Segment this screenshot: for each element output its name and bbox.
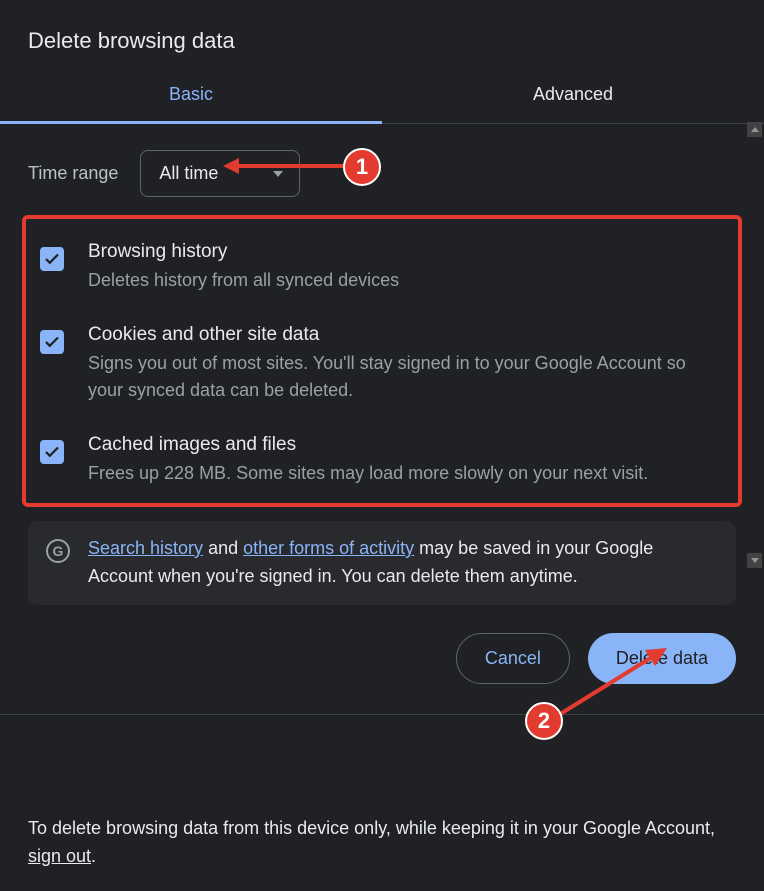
annotation-badge-2: 2 (525, 702, 563, 740)
checkbox-cache[interactable] (40, 440, 64, 464)
annotation-highlight-box: Browsing history Deletes history from al… (22, 215, 742, 507)
link-sign-out[interactable]: sign out (28, 846, 91, 866)
cancel-button[interactable]: Cancel (456, 633, 570, 684)
tab-basic[interactable]: Basic (0, 66, 382, 123)
arrow-down-icon (751, 558, 759, 563)
check-icon (43, 443, 61, 461)
tab-advanced[interactable]: Advanced (382, 66, 764, 123)
row-desc: Deletes history from all synced devices (88, 267, 722, 294)
info-mid1: and (203, 538, 243, 558)
row-desc: Frees up 228 MB. Some sites may load mor… (88, 460, 722, 487)
time-range-label: Time range (28, 163, 118, 184)
scrollbar[interactable] (747, 122, 762, 568)
footer-note-pre: To delete browsing data from this device… (28, 818, 715, 838)
tab-bar: Basic Advanced (0, 66, 764, 124)
time-range-select[interactable]: All time (140, 150, 300, 197)
time-range-value: All time (159, 163, 218, 183)
row-text: Cached images and files Frees up 228 MB.… (88, 434, 722, 487)
annotation-badge-1: 1 (343, 148, 381, 186)
delete-data-button[interactable]: Delete data (588, 633, 736, 684)
check-icon (43, 333, 61, 351)
row-title: Cookies and other site data (88, 324, 722, 346)
row-title: Browsing history (88, 241, 722, 263)
time-range-row: Time range All time (22, 146, 742, 215)
footer-note: To delete browsing data from this device… (0, 715, 764, 891)
dialog-title: Delete browsing data (0, 0, 764, 66)
chevron-down-icon (273, 171, 283, 177)
row-cookies[interactable]: Cookies and other site data Signs you ou… (36, 318, 726, 428)
footer-actions: Cancel Delete data (0, 605, 764, 715)
row-title: Cached images and files (88, 434, 722, 456)
arrow-up-icon (751, 127, 759, 132)
row-text: Cookies and other site data Signs you ou… (88, 324, 722, 404)
footer-note-post: . (91, 846, 96, 866)
scroll-down-button[interactable] (747, 553, 762, 568)
info-text: Search history and other forms of activi… (88, 535, 718, 591)
checkbox-cookies[interactable] (40, 330, 64, 354)
checkbox-browsing-history[interactable] (40, 247, 64, 271)
link-other-activity[interactable]: other forms of activity (243, 538, 414, 558)
link-search-history[interactable]: Search history (88, 538, 203, 558)
row-desc: Signs you out of most sites. You'll stay… (88, 350, 722, 404)
row-cache[interactable]: Cached images and files Frees up 228 MB.… (36, 428, 726, 493)
check-icon (43, 250, 61, 268)
row-browsing-history[interactable]: Browsing history Deletes history from al… (36, 235, 726, 318)
row-text: Browsing history Deletes history from al… (88, 241, 722, 294)
google-info-card: G Search history and other forms of acti… (28, 521, 736, 605)
scroll-up-button[interactable] (747, 122, 762, 137)
dialog-content: Time range All time Browsing history Del… (0, 124, 764, 605)
google-icon: G (46, 539, 70, 563)
